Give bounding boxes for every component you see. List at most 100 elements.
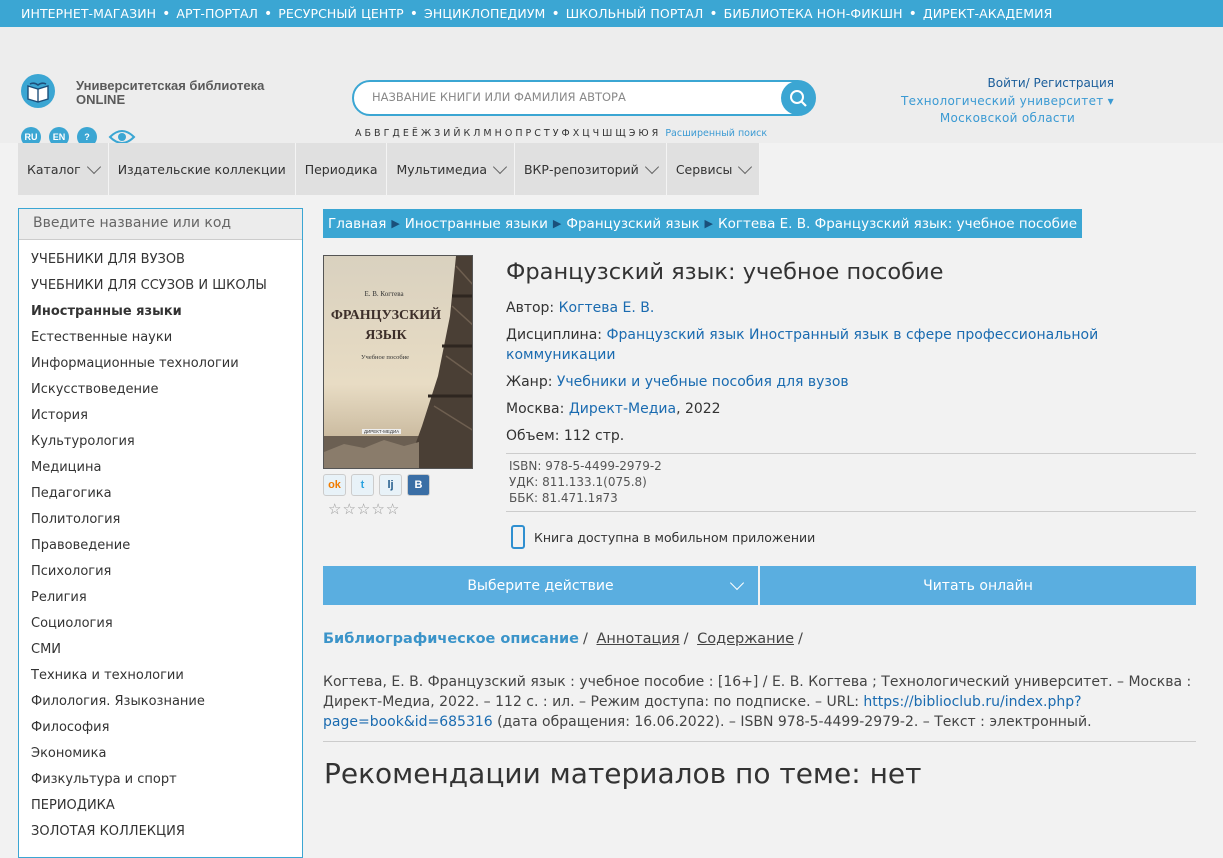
site-logo-text[interactable]: Университетская библиотека ONLINE (76, 79, 326, 107)
nav-catalog-label: Каталог (27, 161, 81, 177)
chevron-down-icon (644, 159, 659, 175)
sidebar-category-item[interactable]: Философия (19, 715, 302, 741)
chevron-down-icon (738, 159, 753, 175)
bullet-separator: • (162, 5, 171, 22)
publisher-link[interactable]: Директ-Медиа (569, 401, 676, 417)
book-discipline-row: Дисциплина: Французский язык Иностранный… (506, 325, 1126, 365)
top-link-resource[interactable]: РЕСУРСНЫЙ ЦЕНТР (278, 6, 403, 21)
top-link-nonfiction[interactable]: БИБЛИОТЕКА НОН-ФИКШН (724, 6, 903, 21)
sidebar-category-item[interactable]: ЗОЛОТАЯ КОЛЛЕКЦИЯ (19, 819, 302, 845)
sidebar-category-item[interactable]: Техника и технологии (19, 663, 302, 689)
discipline-link-french[interactable]: Французский язык (606, 327, 744, 343)
login-register-link[interactable]: Войти/ Регистрация (988, 76, 1115, 90)
sidebar-category-item[interactable]: Религия (19, 585, 302, 611)
tab-contents[interactable]: Содержание (697, 631, 794, 647)
alphabet-index[interactable]: А Б В Г Д Е Ё Ж З И Й К Л М Н О П Р С Т … (355, 128, 767, 139)
org-name-line-1: Технологический университет ▾ (901, 94, 1114, 108)
mobile-availability-text: Книга доступна в мобильном приложении (534, 529, 816, 545)
read-online-button[interactable]: Читать онлайн (760, 566, 1196, 605)
logo-book-icon[interactable] (21, 74, 55, 108)
sidebar-category-item[interactable]: Психология (19, 559, 302, 585)
share-buttons: ok t lj B (323, 474, 430, 496)
sidebar-category-item[interactable]: Медицина (19, 455, 302, 481)
top-link-academy[interactable]: ДИРЕКТ-АКАДЕМИЯ (923, 6, 1053, 21)
biblio-url-part-2: page=book&id=685316 (323, 714, 493, 730)
udk-text: УДК: 811.133.1(075.8) (509, 475, 647, 489)
advanced-search-link[interactable]: Расширенный поиск (665, 128, 767, 139)
star-icon[interactable]: ☆ (342, 501, 355, 517)
nav-vkr[interactable]: ВКР-репозиторий (514, 143, 667, 195)
star-icon[interactable]: ☆ (371, 501, 384, 517)
star-icon[interactable]: ☆ (386, 501, 399, 517)
sidebar-category-item[interactable]: УЧЕБНИКИ ДЛЯ ССУЗОВ И ШКОЛЫ (19, 273, 302, 299)
category-search-input[interactable]: Введите название или код (19, 209, 302, 240)
choose-action-dropdown[interactable]: Выберите действие (323, 566, 758, 605)
sidebar-category-item[interactable]: Социология (19, 611, 302, 637)
star-icon[interactable]: ☆ (328, 501, 341, 517)
top-link-school[interactable]: ШКОЛЬНЫЙ ПОРТАЛ (566, 6, 704, 21)
vkontakte-icon[interactable]: B (407, 474, 430, 496)
sidebar-category-item[interactable]: УЧЕБНИКИ ДЛЯ ВУЗОВ (19, 247, 302, 273)
isbn-text: ISBN: 978-5-4499-2979-2 (509, 459, 662, 473)
recommendations-heading: Рекомендации материалов по теме: нет (324, 757, 922, 790)
twitter-icon[interactable]: t (351, 474, 374, 496)
sidebar-category-item[interactable]: ПЕРИОДИКА (19, 793, 302, 819)
odnoklassniki-icon[interactable]: ok (323, 474, 346, 496)
sidebar-category-item[interactable]: Физкультура и спорт (19, 767, 302, 793)
search-input[interactable] (372, 90, 772, 104)
discipline-link-foreign-cont[interactable]: коммуникации (506, 347, 615, 363)
sidebar-category-item[interactable]: История (19, 403, 302, 429)
breadcrumb-home[interactable]: Главная (328, 216, 386, 232)
bbk-text: ББК: 81.471.1я73 (509, 491, 618, 505)
discipline-label: Дисциплина: (506, 327, 603, 343)
discipline-link-foreign[interactable]: Иностранный язык в сфере профессионально… (749, 327, 1098, 343)
organization-selector[interactable]: Технологический университет ▾ Московской… (895, 93, 1120, 127)
sidebar-category-item[interactable]: Естественные науки (19, 325, 302, 351)
tab-annotation[interactable]: Аннотация (596, 631, 679, 647)
sidebar-category-item[interactable]: Культурология (19, 429, 302, 455)
sidebar-category-item[interactable]: Филология. Языкознание (19, 689, 302, 715)
sidebar-category-item[interactable]: Политология (19, 507, 302, 533)
bullet-separator: • (908, 5, 917, 22)
livejournal-icon[interactable]: lj (379, 474, 402, 496)
sidebar-category-item[interactable]: Информационные технологии (19, 351, 302, 377)
search-button[interactable] (781, 81, 815, 115)
breadcrumb-french[interactable]: Французский язык (566, 216, 699, 232)
book-actions: Выберите действие Читать онлайн (323, 566, 1196, 605)
breadcrumb-foreign-languages[interactable]: Иностранные языки (405, 216, 548, 232)
tab-bibliographic[interactable]: Библиографическое описание (323, 631, 579, 647)
biblio-url-part-1: https://biblioclub.ru/index.php? (863, 694, 1082, 710)
top-link-shop[interactable]: ИНТЕРНЕТ-МАГАЗИН (21, 6, 156, 21)
top-link-encyclopedia[interactable]: ЭНЦИКЛОПЕДИУМ (424, 6, 545, 21)
sidebar-category-item[interactable]: Экономика (19, 741, 302, 767)
bullet-separator: • (409, 5, 419, 22)
nav-services[interactable]: Сервисы (666, 143, 761, 195)
nav-catalog[interactable]: Каталог (18, 143, 109, 195)
author-link[interactable]: Когтева Е. В. (559, 300, 655, 316)
nav-collections-label: Издательские коллекции (117, 161, 286, 177)
sidebar-category-item[interactable]: Педагогика (19, 481, 302, 507)
logo-line-1: Университетская библиотека (76, 78, 265, 93)
breadcrumb-separator-icon: ▶ (704, 217, 714, 230)
cover-title: ФРАНЦУЗСКИЙ ЯЗЫК (324, 306, 448, 346)
bibliographic-description: Когтева, Е. В. Французский язык : учебно… (323, 672, 1196, 742)
mobile-availability: Книга доступна в мобильном приложении (511, 525, 815, 549)
star-icon[interactable]: ☆ (357, 501, 370, 517)
nav-vkr-label: ВКР-репозиторий (523, 161, 639, 177)
rating-stars[interactable]: ☆ ☆ ☆ ☆ ☆ (328, 501, 399, 517)
sidebar-category-item[interactable]: Иностранные языки (19, 299, 302, 325)
cover-author: Е. В. Когтева (364, 290, 404, 298)
sidebar-category-item[interactable]: СМИ (19, 637, 302, 663)
nav-periodicals[interactable]: Периодика (295, 143, 388, 195)
alphabet-letters[interactable]: А Б В Г Д Е Ё Ж З И Й К Л М Н О П Р С Т … (355, 128, 658, 139)
nav-periodicals-label: Периодика (304, 161, 378, 177)
genre-label: Жанр: (506, 374, 553, 390)
nav-multimedia[interactable]: Мультимедиа (387, 143, 515, 195)
top-link-art[interactable]: АРТ-ПОРТАЛ (176, 6, 258, 21)
org-name-line-2: Московской области (939, 111, 1076, 125)
genre-link[interactable]: Учебники и учебные пособия для вузов (557, 374, 849, 390)
nav-collections[interactable]: Издательские коллекции (108, 143, 296, 195)
sidebar-category-item[interactable]: Искусствоведение (19, 377, 302, 403)
book-cover-image[interactable]: Е. В. Когтева ФРАНЦУЗСКИЙ ЯЗЫК Учебное п… (323, 255, 473, 469)
sidebar-category-item[interactable]: Правоведение (19, 533, 302, 559)
